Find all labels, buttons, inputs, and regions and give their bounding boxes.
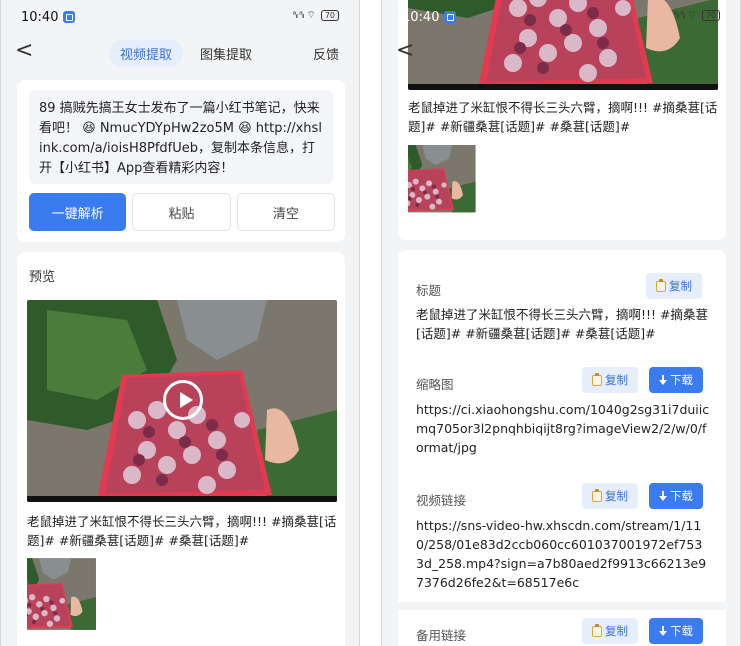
copy-label: 复制 xyxy=(605,373,628,387)
parse-button[interactable]: 一键解析 xyxy=(29,193,127,231)
status-indicators: ᵃᵢₗ ᵃᵢₗ ⌔ 70 xyxy=(292,9,339,22)
tab-album-extract[interactable]: 图集提取 xyxy=(189,40,263,67)
title-label: 标题 xyxy=(416,283,442,298)
title-value: 老鼠掉进了米缸恨不得长三头六臂，摘啊!!! #摘桑葚[话题]# #新疆桑葚[话题… xyxy=(416,307,708,341)
thumbnail-image xyxy=(27,555,121,646)
download-icon xyxy=(659,625,667,637)
preview-label: 预览 xyxy=(29,270,56,285)
back-icon[interactable]: < xyxy=(396,40,414,62)
input-card: 89 搞贼先搞王女士发布了一篇小红书笔记，快来看吧！ 😆 NmucYDYpHw2… xyxy=(17,80,345,242)
clipboard-icon xyxy=(592,372,602,386)
copy-thumbnail-button[interactable]: 复制 xyxy=(582,367,638,393)
battery-icon: 70 xyxy=(320,10,339,21)
preview-card: 预览 老鼠掉进了米缸恨不得长三头六臂，摘啊!!! #摘桑葚[话题]# #新疆桑葚… xyxy=(17,252,345,646)
download-label: 下载 xyxy=(670,624,693,638)
detail-card: 标题 复制 老鼠掉进了米缸恨不得长三头六臂，摘啊!!! #摘桑葚[话题]# #新… xyxy=(398,250,726,646)
preview-card-scrolled: 老鼠掉进了米缸恨不得长三头六臂，摘啊!!! #摘桑葚[话题]# #新疆桑葚[话题… xyxy=(398,0,726,240)
play-icon[interactable] xyxy=(163,380,203,420)
copy-label: 复制 xyxy=(605,489,628,503)
download-thumbnail-button[interactable]: 下载 xyxy=(649,367,703,393)
clear-button[interactable]: 清空 xyxy=(236,193,335,231)
video-link-label: 视频链接 xyxy=(416,493,467,508)
clipboard-icon xyxy=(656,278,666,292)
tab-video-extract[interactable]: 视频提取 xyxy=(109,40,184,67)
signal-icon: ᵃᵢₗ ᵃᵢₗ xyxy=(673,10,686,21)
download-backup-button[interactable]: 下载 xyxy=(649,618,703,644)
phone-screen-right: 老鼠掉进了米缸恨不得长三头六臂，摘啊!!! #摘桑葚[话题]# #新疆桑葚[话题… xyxy=(381,0,741,646)
download-label: 下载 xyxy=(670,489,693,503)
thumbnail-url: https://ci.xiaohongshu.com/1040g2sg31i7d… xyxy=(416,402,710,455)
share-text-input[interactable]: 89 搞贼先搞王女士发布了一篇小红书笔记，快来看吧！ 😆 NmucYDYpHw2… xyxy=(29,90,333,184)
copy-label: 复制 xyxy=(605,624,628,638)
status-indicators: ᵃᵢₗ ᵃᵢₗ ⌔ 70 xyxy=(673,9,720,22)
download-icon xyxy=(659,374,667,386)
status-time: 10:40 xyxy=(402,10,440,25)
clipboard-icon xyxy=(592,488,602,502)
section-divider xyxy=(398,602,726,610)
download-label: 下载 xyxy=(670,373,693,387)
feedback-link[interactable]: 反馈 xyxy=(313,44,339,63)
back-icon[interactable]: < xyxy=(15,40,33,62)
backup-link-label: 备用链接 xyxy=(416,628,467,643)
video-progress-bar[interactable] xyxy=(27,496,337,502)
app-notification-icon xyxy=(444,11,456,23)
thumbnail-label: 缩略图 xyxy=(416,377,454,392)
video-description: 老鼠掉进了米缸恨不得长三头六臂，摘啊!!! #摘桑葚[话题]# #新疆桑葚[话题… xyxy=(408,100,718,134)
video-url: https://sns-video-hw.xhscdn.com/stream/1… xyxy=(416,518,707,590)
video-player[interactable] xyxy=(27,300,337,502)
signal-icon: ᵃᵢₗ ᵃᵢₗ xyxy=(292,10,305,21)
battery-icon: 70 xyxy=(701,10,720,21)
status-bar: 10:40 ᵃᵢₗ ᵃᵢₗ ⌔ 70 xyxy=(382,0,740,36)
nav-bar: < 视频提取 图集提取 反馈 xyxy=(1,36,359,70)
clipboard-icon xyxy=(592,623,602,637)
copy-label: 复制 xyxy=(669,279,692,293)
paste-button[interactable]: 粘贴 xyxy=(132,193,231,231)
copy-video-button[interactable]: 复制 xyxy=(582,483,638,509)
copy-title-button[interactable]: 复制 xyxy=(646,273,702,299)
status-bar: 10:40 ᵃᵢₗ ᵃᵢₗ ⌔ 70 xyxy=(1,0,359,36)
phone-screen-left: 10:40 ᵃᵢₗ ᵃᵢₗ ⌔ 70 < 视频提取 图集提取 反馈 89 搞贼先… xyxy=(0,0,360,646)
mode-tabs: 视频提取 图集提取 xyxy=(109,40,263,67)
wifi-icon: ⌔ xyxy=(306,10,316,21)
copy-backup-button[interactable]: 复制 xyxy=(582,618,638,644)
video-progress-bar[interactable] xyxy=(408,84,718,90)
action-buttons: 一键解析 粘贴 清空 xyxy=(29,193,335,231)
download-video-button[interactable]: 下载 xyxy=(649,483,703,509)
download-icon xyxy=(659,490,667,502)
wifi-icon: ⌔ xyxy=(687,10,697,21)
app-notification-icon xyxy=(63,11,75,23)
video-description: 老鼠掉进了米缸恨不得长三头六臂，摘啊!!! #摘桑葚[话题]# #新疆桑葚[话题… xyxy=(27,514,337,548)
status-time: 10:40 xyxy=(21,10,59,25)
thumbnail-image xyxy=(408,142,502,236)
